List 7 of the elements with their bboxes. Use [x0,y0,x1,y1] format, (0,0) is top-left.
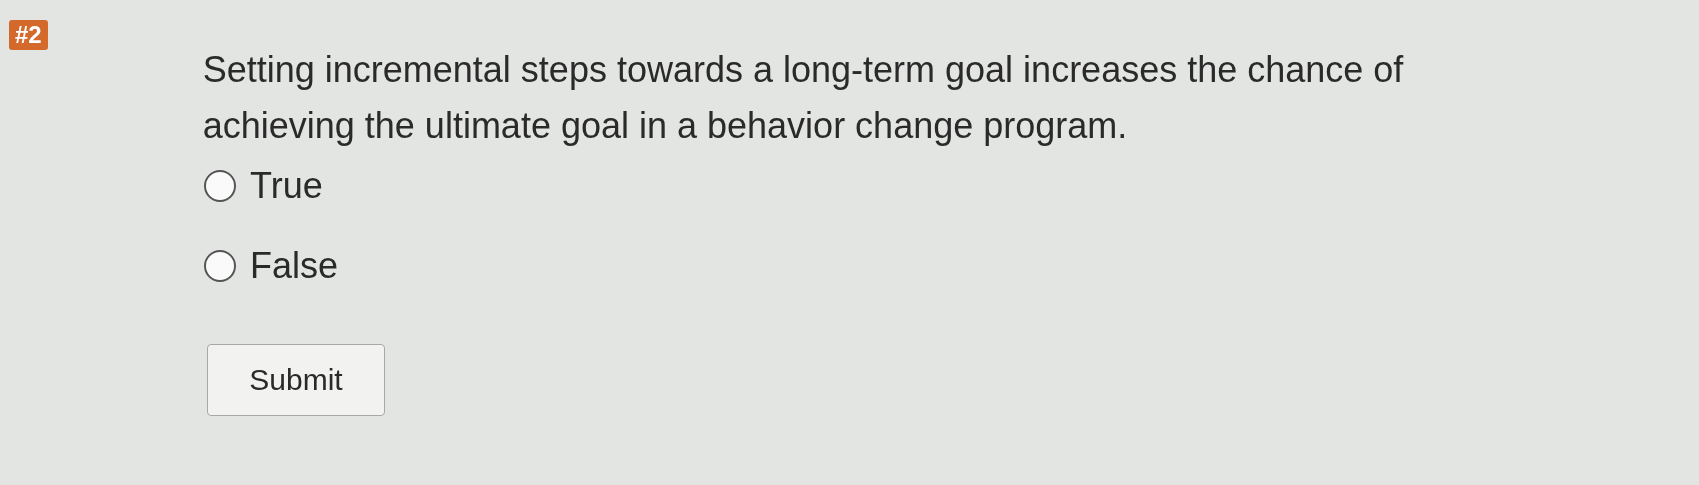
radio-button[interactable] [204,170,236,202]
submit-button[interactable]: Submit [207,344,385,416]
option-label[interactable]: True [250,164,323,208]
radio-button[interactable] [204,250,236,282]
question-number-badge: #2 [9,20,48,50]
option-label[interactable]: False [250,244,339,288]
question-text: Setting incremental steps towards a long-term goal increases the chance of achieving the ultimate goal in a behavior change program. [202,48,1405,148]
